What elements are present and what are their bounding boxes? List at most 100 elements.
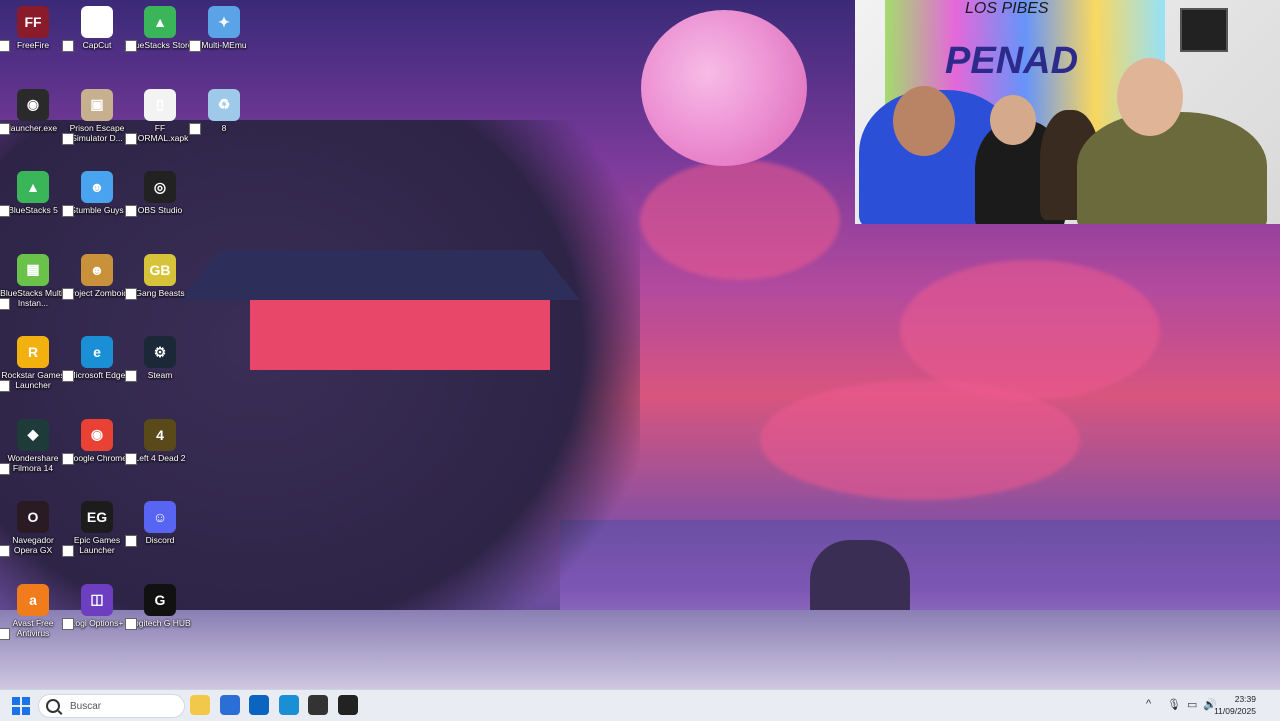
shortcut-arrow-icon	[62, 370, 74, 382]
shortcut-arrow-icon	[62, 205, 74, 217]
desktop-icon[interactable]: ▯ FF NORMAL.xapk	[125, 88, 193, 145]
shortcut-arrow-icon	[125, 535, 137, 547]
desktop-icon[interactable]: ✂ CapCut	[62, 6, 130, 52]
shortcut-arrow-icon	[62, 40, 74, 52]
app-icon: ◆	[17, 418, 49, 451]
taskbar-app-dark-icon[interactable]	[308, 695, 328, 715]
desktop-icon[interactable]: ▲ BlueStacks Store	[125, 6, 193, 52]
desktop-icon[interactable]: ◉ launcher.exe	[0, 88, 66, 135]
person-middle-head	[990, 95, 1036, 145]
mic-icon[interactable]: 🎙	[1167, 698, 1181, 711]
app-icon: R	[17, 336, 49, 368]
taskbar: Buscar ^ 🎙 ▭ 🔊 23:39 11/09/2025	[0, 689, 1280, 721]
shortcut-arrow-icon	[0, 627, 10, 640]
app-icon: 4	[144, 418, 176, 451]
shortcut-arrow-icon	[62, 545, 74, 557]
app-icon: ☺	[144, 501, 176, 533]
clock-date: 11/09/2025	[1214, 706, 1256, 716]
desktop-icon[interactable]: ◫ Logi Options+	[62, 583, 130, 630]
desktop-icon[interactable]: ▣ Prison Escape Simulator D...	[62, 88, 130, 145]
desktop-icon[interactable]: ▦ BlueStacks Multi-Instan...	[0, 253, 66, 310]
shortcut-arrow-icon	[189, 122, 201, 135]
app-icon: ▲	[144, 6, 176, 38]
desktop-icon[interactable]: ⚙ Steam	[125, 336, 193, 382]
shortcut-arrow-icon	[0, 545, 10, 557]
person-left-head	[893, 86, 955, 156]
search-box[interactable]: Buscar	[38, 694, 185, 718]
desktop-icon[interactable]: ☻ Stumble Guys	[62, 171, 130, 217]
shortcut-arrow-icon	[0, 462, 10, 475]
shortcut-arrow-icon	[125, 287, 137, 300]
app-icon: a	[17, 583, 49, 616]
wall-tv	[1180, 8, 1228, 52]
shortcut-arrow-icon	[62, 132, 74, 145]
clock-time: 23:39	[1234, 694, 1256, 704]
taskbar-outlook-icon[interactable]	[249, 695, 269, 715]
shortcut-arrow-icon	[62, 287, 74, 300]
shortcut-arrow-icon	[125, 370, 137, 382]
desktop-icon[interactable]: O Navegador Opera GX	[0, 501, 66, 557]
desktop-icon[interactable]: ▲ BlueStacks 5	[0, 171, 66, 217]
shortcut-arrow-icon	[62, 452, 74, 465]
app-icon: ⚙	[144, 336, 176, 368]
desktop-icon[interactable]: ◎ OBS Studio	[125, 171, 193, 217]
network-icon[interactable]: ▭	[1187, 698, 1197, 711]
desktop-icon[interactable]: ☺ Discord	[125, 501, 193, 547]
clock[interactable]: 23:39 11/09/2025	[1214, 693, 1256, 717]
app-icon: G	[144, 583, 176, 616]
app-icon: ▯	[144, 88, 176, 121]
desktop-icon[interactable]: ☻ Project Zomboid	[62, 253, 130, 300]
app-icon: ☻	[81, 253, 113, 286]
desktop-icon[interactable]: ◆ Wondershare Filmora 14	[0, 418, 66, 475]
webcam-overlay: LOS PIBES PENAD	[855, 0, 1280, 224]
app-icon: ◉	[17, 88, 49, 121]
app-icon: ▣	[81, 88, 113, 121]
app-icon: ◎	[144, 171, 176, 203]
graffiti-big-text: PENAD	[945, 40, 1079, 82]
shortcut-arrow-icon	[0, 297, 10, 310]
desktop-icon[interactable]: R Rockstar Games Launcher	[0, 336, 66, 392]
app-icon: ▲	[17, 171, 49, 203]
graffiti-text: LOS PIBES	[965, 0, 1049, 17]
desktop-icon[interactable]: 4 Left 4 Dead 2	[125, 418, 193, 465]
app-icon: ♻	[208, 88, 240, 121]
start-button[interactable]	[12, 697, 30, 715]
search-icon	[46, 699, 60, 713]
desktop-icon[interactable]: ✦ Multi-MEmu	[189, 6, 257, 52]
desktop-icon[interactable]: EG Epic Games Launcher	[62, 501, 130, 557]
taskbar-obs-icon[interactable]	[337, 695, 358, 715]
taskbar-edge-icon[interactable]	[278, 695, 299, 715]
taskbar-file-explorer-icon[interactable]	[190, 695, 210, 715]
tray-chevron-icon[interactable]: ^	[1146, 698, 1151, 710]
app-icon: ▦	[17, 253, 49, 286]
person-right-head	[1117, 58, 1183, 136]
app-icon: ✦	[208, 6, 240, 38]
app-icon: ◫	[81, 583, 113, 616]
shortcut-arrow-icon	[125, 132, 137, 145]
desktop-icon[interactable]: GB Gang Beasts	[125, 253, 193, 300]
shortcut-arrow-icon	[0, 122, 10, 135]
shortcut-arrow-icon	[189, 40, 201, 52]
taskbar-microsoft-store-icon[interactable]	[219, 695, 240, 715]
shortcut-arrow-icon	[0, 380, 10, 392]
shortcut-arrow-icon	[0, 40, 10, 52]
shortcut-arrow-icon	[62, 617, 74, 630]
app-icon: GB	[144, 253, 176, 286]
desktop-icon[interactable]: FF FreeFire	[0, 6, 66, 52]
moon	[641, 10, 807, 166]
shortcut-arrow-icon	[125, 205, 137, 217]
shortcut-arrow-icon	[125, 40, 137, 52]
app-icon: e	[81, 336, 113, 368]
desktop-icon[interactable]: e Microsoft Edge	[62, 336, 130, 382]
app-icon: ◉	[81, 418, 113, 451]
app-icon: O	[17, 501, 49, 533]
desktop-icon[interactable]: a Avast Free Antivirus	[0, 583, 66, 640]
shortcut-arrow-icon	[125, 452, 137, 465]
desktop-icon[interactable]: G Logitech G HUB	[125, 583, 193, 630]
app-icon: ✂	[81, 6, 113, 38]
search-placeholder: Buscar	[70, 700, 102, 712]
cliff-house	[180, 250, 580, 390]
app-icon: FF	[17, 6, 49, 38]
desktop-icon[interactable]: ◉ Google Chrome	[62, 418, 130, 465]
desktop-icon[interactable]: ♻ 8	[189, 88, 257, 135]
